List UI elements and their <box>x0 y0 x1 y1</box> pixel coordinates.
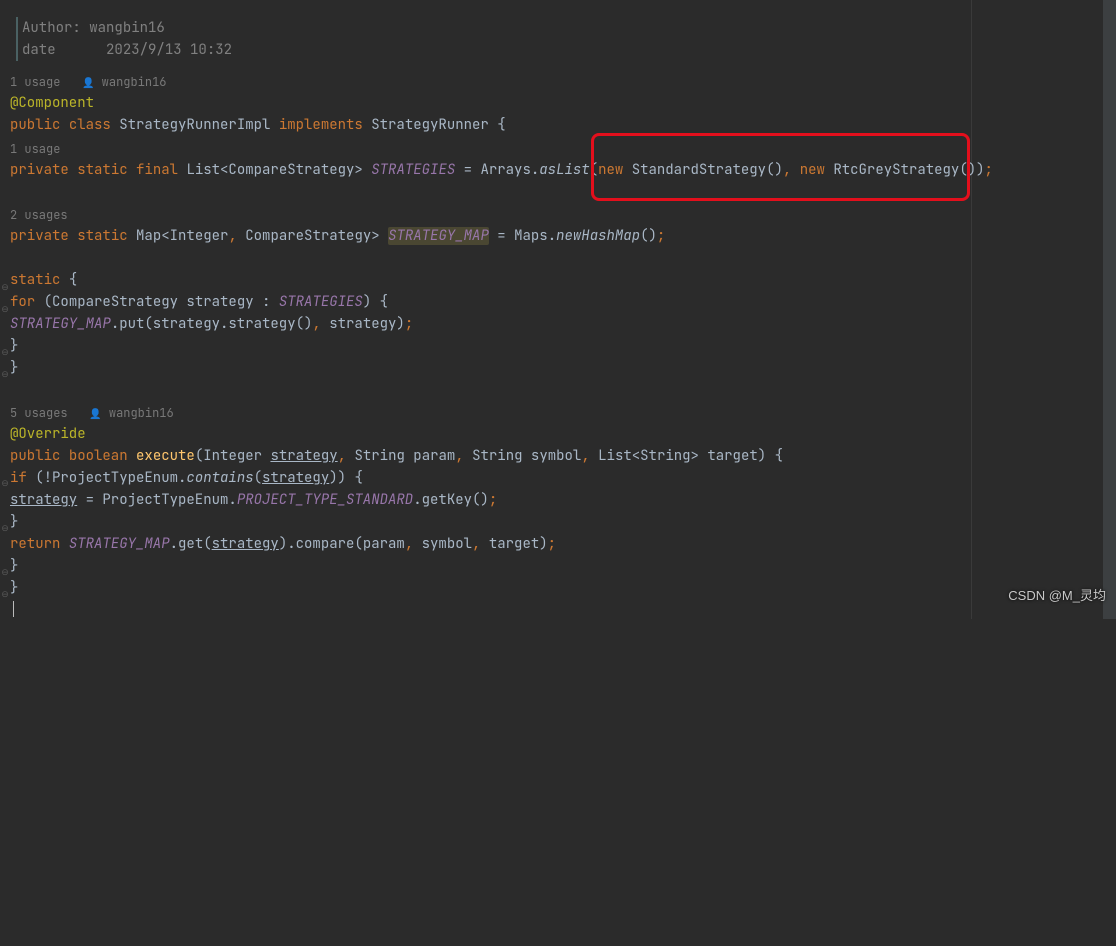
method-decl: public boolean execute(Integer strategy,… <box>10 445 783 467</box>
inlay-usages[interactable]: 1 usage <box>10 138 60 160</box>
fold-mark[interactable]: ⊖ <box>0 561 10 571</box>
static-block: static { <box>10 269 77 291</box>
doc-date-line: date 2023/9/13 10:32 <box>16 39 232 61</box>
annotation-component: @Component <box>10 94 94 112</box>
fold-mark[interactable]: ⊖ <box>0 276 10 286</box>
cbrace-line: } <box>10 357 18 379</box>
scrollbar[interactable] <box>1103 0 1116 619</box>
caret <box>13 601 14 617</box>
doc-author-key: Author: <box>22 19 81 37</box>
doc-author-val: wangbin16 <box>89 19 165 37</box>
if-line: if (!ProjectTypeEnum.contains(strategy))… <box>10 467 363 489</box>
cbrace-line: } <box>10 555 18 577</box>
for-line: for (CompareStrategy strategy : STRATEGI… <box>10 291 388 313</box>
annotation-override: @Override <box>10 425 86 443</box>
field-strategies: private static final List<CompareStrateg… <box>10 159 993 181</box>
doc-date-val: 2023/9/13 10:32 <box>106 41 232 59</box>
inlay-usages[interactable]: 1 usage 👤 wangbin16 <box>10 71 166 94</box>
cbrace-line: } <box>10 577 18 599</box>
cbrace-line: } <box>10 511 18 533</box>
field-strategy-map: private static Map<Integer, CompareStrat… <box>10 225 665 247</box>
right-margin <box>971 0 1103 619</box>
inlay-usages[interactable]: 5 usages 👤 wangbin16 <box>10 402 174 425</box>
return-line: return STRATEGY_MAP.get(strategy).compar… <box>10 533 556 555</box>
user-icon: 👤 <box>89 407 101 420</box>
doc-author-line: Author: wangbin16 <box>16 17 165 39</box>
user-icon: 👤 <box>82 76 94 89</box>
assign-line: strategy = ProjectTypeEnum.PROJECT_TYPE_… <box>10 489 497 511</box>
fold-mark[interactable]: ⊖ <box>0 583 10 593</box>
fold-mark[interactable]: ⊖ <box>0 363 10 373</box>
fold-mark[interactable]: ⊖ <box>0 341 10 351</box>
cbrace-line: } <box>10 335 18 357</box>
inlay-usages[interactable]: 2 usages <box>10 204 68 226</box>
gutter: ⊖ ⊖ ⊖ ⊖ ⊖ ⊖ ⊖ ⊖ <box>0 0 10 619</box>
fold-mark[interactable]: ⊖ <box>0 517 10 527</box>
watermark: CSDN @M_灵均 <box>1008 585 1106 607</box>
doc-date-key: date <box>22 41 56 59</box>
fold-mark[interactable]: ⊖ <box>0 298 10 308</box>
class-decl: public class StrategyRunnerImpl implemen… <box>10 114 506 136</box>
put-line: STRATEGY_MAP.put(strategy.strategy(), st… <box>10 313 413 335</box>
fold-mark[interactable]: ⊖ <box>0 472 10 482</box>
